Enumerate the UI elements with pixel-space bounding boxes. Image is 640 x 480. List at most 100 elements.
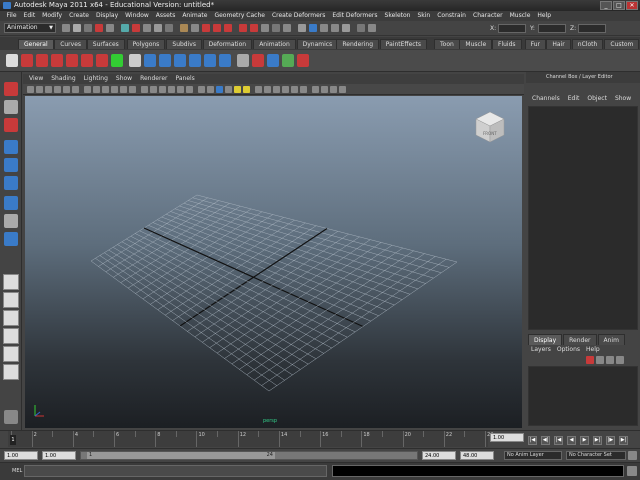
viewport-tool-icon[interactable] xyxy=(111,86,118,93)
viewport-menu-view[interactable]: View xyxy=(25,74,47,84)
status-tool-icon[interactable] xyxy=(73,24,81,32)
viewport-tool-icon[interactable] xyxy=(234,86,241,93)
select-tool-icon[interactable] xyxy=(4,82,18,96)
viewport-tool-icon[interactable] xyxy=(243,86,250,93)
end-time-field[interactable]: 48.00 xyxy=(460,451,494,460)
viewport-tool-icon[interactable] xyxy=(129,86,136,93)
coord-x-field[interactable] xyxy=(498,24,526,33)
maximize-button[interactable]: □ xyxy=(613,1,625,10)
range-bar[interactable]: 1 24 xyxy=(80,451,418,460)
status-tool-icon[interactable] xyxy=(154,24,162,32)
status-tool-icon[interactable] xyxy=(298,24,306,32)
status-tool-icon[interactable] xyxy=(95,24,103,32)
rotate-tool-icon[interactable] xyxy=(4,158,18,172)
status-tool-icon[interactable] xyxy=(180,24,188,32)
viewport-tool-icon[interactable] xyxy=(255,86,262,93)
viewport-tool-icon[interactable] xyxy=(273,86,280,93)
shelf-tab-curves[interactable]: Curves xyxy=(54,39,88,49)
play-forward-button[interactable]: ▶ xyxy=(580,436,589,445)
step-forward-button[interactable]: ▶| xyxy=(593,436,602,445)
shelf-tool-icon[interactable] xyxy=(159,54,171,67)
status-tool-icon[interactable] xyxy=(331,24,339,32)
status-tool-icon[interactable] xyxy=(283,24,291,32)
viewport-tool-icon[interactable] xyxy=(225,86,232,93)
shelf-tab-custom[interactable]: Custom xyxy=(604,39,640,49)
menu-help[interactable]: Help xyxy=(534,11,555,21)
status-tool-icon[interactable] xyxy=(143,24,151,32)
status-tool-icon[interactable] xyxy=(165,24,173,32)
go-to-end-button[interactable]: ▶| xyxy=(619,436,628,445)
menu-modify[interactable]: Modify xyxy=(39,11,66,21)
viewport-tool-icon[interactable] xyxy=(84,86,91,93)
menu-create[interactable]: Create xyxy=(66,11,93,21)
status-tool-icon[interactable] xyxy=(84,24,92,32)
viewport-tool-icon[interactable] xyxy=(177,86,184,93)
shelf-tab-deformation[interactable]: Deformation xyxy=(202,39,253,49)
shelf-tab-subdivs[interactable]: Subdivs xyxy=(166,39,202,49)
status-tool-icon[interactable] xyxy=(309,24,317,32)
playback-start-field[interactable]: 1.00 xyxy=(42,451,76,460)
layout-preset-icon[interactable] xyxy=(3,328,19,344)
move-up-icon[interactable] xyxy=(606,356,614,364)
viewport-tool-icon[interactable] xyxy=(207,86,214,93)
layer-tab-render[interactable]: Render xyxy=(563,334,597,345)
viewport-tool-icon[interactable] xyxy=(282,86,289,93)
menu-file[interactable]: File xyxy=(3,11,20,21)
viewport-tool-icon[interactable] xyxy=(168,86,175,93)
viewport-tool-icon[interactable] xyxy=(120,86,127,93)
shelf-tool-icon[interactable] xyxy=(237,54,249,67)
viewport-tool-icon[interactable] xyxy=(141,86,148,93)
shelf-tool-icon[interactable] xyxy=(219,54,231,67)
layout-preset-icon[interactable] xyxy=(3,346,19,362)
viewport-tool-icon[interactable] xyxy=(300,86,307,93)
viewport-tool-icon[interactable] xyxy=(36,86,43,93)
layer-menu-layers[interactable]: Layers xyxy=(528,345,554,355)
shelf-tab-fur[interactable]: Fur xyxy=(524,39,546,49)
time-slider-track[interactable]: 246810121416182022241 xyxy=(8,431,493,447)
menu-skin[interactable]: Skin xyxy=(414,11,434,21)
shelf-tool-icon[interactable] xyxy=(111,54,123,67)
shelf-tab-rendering[interactable]: Rendering xyxy=(336,39,380,49)
shelf-tool-icon[interactable] xyxy=(204,54,216,67)
coord-z-field[interactable] xyxy=(578,24,606,33)
channel-menu-object[interactable]: Object xyxy=(583,94,611,104)
show-manipulator-icon[interactable] xyxy=(4,232,18,246)
viewport-tool-icon[interactable] xyxy=(312,86,319,93)
shelf-tool-icon[interactable] xyxy=(36,54,48,67)
viewport-tool-icon[interactable] xyxy=(291,86,298,93)
menu-character[interactable]: Character xyxy=(470,11,507,21)
viewport-tool-icon[interactable] xyxy=(54,86,61,93)
status-tool-icon[interactable] xyxy=(250,24,258,32)
shelf-tool-icon[interactable] xyxy=(252,54,264,67)
menu-skeleton[interactable]: Skeleton xyxy=(381,11,414,21)
viewport-tool-icon[interactable] xyxy=(102,86,109,93)
layout-preset-icon[interactable] xyxy=(3,310,19,326)
menu-window[interactable]: Window xyxy=(122,11,153,21)
shelf-tool-icon[interactable] xyxy=(6,54,18,67)
channel-menu-channels[interactable]: Channels xyxy=(528,94,564,104)
shelf-tool-icon[interactable] xyxy=(129,54,141,67)
shelf-tool-icon[interactable] xyxy=(297,54,309,67)
viewport-tool-icon[interactable] xyxy=(198,86,205,93)
view-cube-icon[interactable]: FRONT xyxy=(473,110,507,144)
character-set-dropdown[interactable]: No Character Set xyxy=(566,451,626,460)
script-editor-icon[interactable] xyxy=(627,466,637,476)
shelf-tool-icon[interactable] xyxy=(96,54,108,67)
start-time-field[interactable]: 1.00 xyxy=(4,451,38,460)
play-back-button[interactable]: ◀ xyxy=(567,436,576,445)
status-tool-icon[interactable] xyxy=(357,24,365,32)
shelf-tab-animation[interactable]: Animation xyxy=(253,39,296,49)
viewport-tool-icon[interactable] xyxy=(321,86,328,93)
viewport-menu-show[interactable]: Show xyxy=(112,74,136,84)
menu-assets[interactable]: Assets xyxy=(152,11,179,21)
key-icon[interactable] xyxy=(628,451,637,460)
shelf-tab-surfaces[interactable]: Surfaces xyxy=(86,39,125,49)
viewport-tool-icon[interactable] xyxy=(93,86,100,93)
mode-selector[interactable]: Animation ▼ xyxy=(4,23,56,33)
shelf-tool-icon[interactable] xyxy=(51,54,63,67)
anim-layer-dropdown[interactable]: No Anim Layer xyxy=(504,451,562,460)
viewport-tool-icon[interactable] xyxy=(186,86,193,93)
step-back-button[interactable]: |◀ xyxy=(554,436,563,445)
step-forward-key-button[interactable]: |▶ xyxy=(606,436,615,445)
status-tool-icon[interactable] xyxy=(320,24,328,32)
